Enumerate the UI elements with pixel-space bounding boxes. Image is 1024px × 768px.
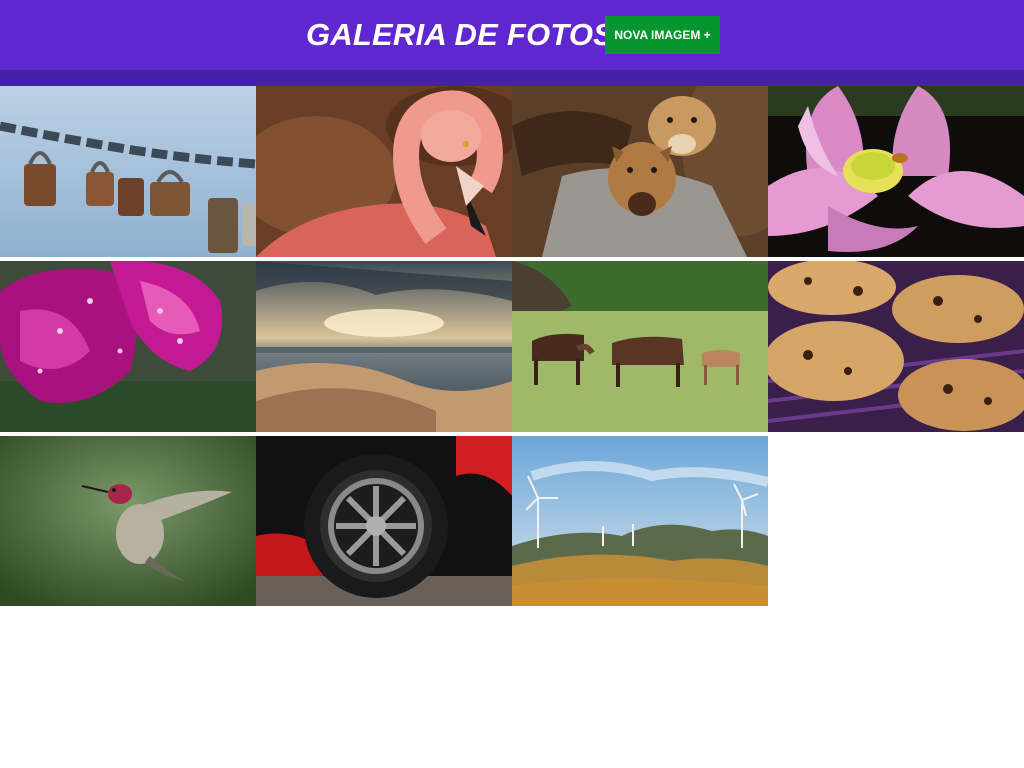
gallery-photo-magenta-flower[interactable]: [0, 261, 256, 432]
horses-photo-icon: [512, 261, 768, 432]
gallery-photo-horses[interactable]: [512, 261, 768, 432]
hummingbird-photo-icon: [0, 436, 256, 606]
gallery-photo-puppies[interactable]: [512, 86, 768, 257]
puppies-photo-icon: [512, 86, 768, 257]
gallery-photo-padlocks[interactable]: [0, 86, 256, 257]
header-underline: [0, 70, 1024, 86]
turbines-photo-icon: [512, 436, 768, 606]
padlock-photo-icon: [0, 86, 256, 257]
gallery-photo-cookies[interactable]: [768, 261, 1024, 432]
gallery-photo-lotus[interactable]: [768, 86, 1024, 257]
gallery-photo-wind-turbines[interactable]: [512, 436, 768, 606]
flower-photo-icon: [0, 261, 256, 432]
gallery-photo-hummingbird[interactable]: [0, 436, 256, 606]
flamingo-photo-icon: [256, 86, 512, 257]
gallery-photo-flamingo[interactable]: [256, 86, 512, 257]
desert-photo-icon: [256, 261, 512, 432]
gallery-photo-wheel[interactable]: [256, 436, 512, 606]
wheel-photo-icon: [256, 436, 512, 606]
gallery-photo-desert[interactable]: [256, 261, 512, 432]
new-image-button[interactable]: NOVA IMAGEM +: [605, 16, 720, 54]
page-title: GALERIA DE FOTOS: [306, 17, 615, 52]
cookies-photo-icon: [768, 261, 1024, 432]
lotus-photo-icon: [768, 86, 1024, 257]
